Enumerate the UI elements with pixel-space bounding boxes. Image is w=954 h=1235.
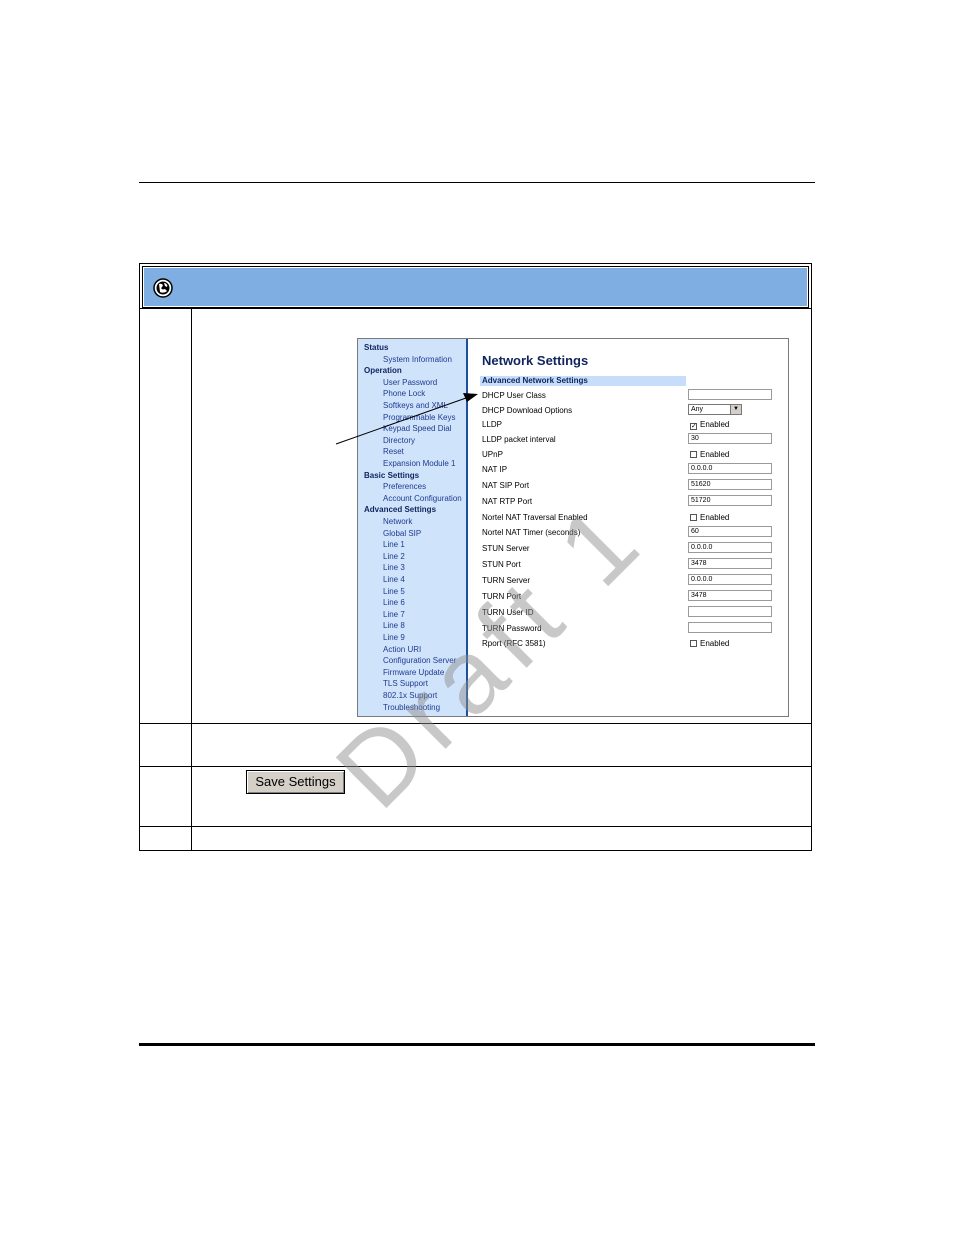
setting-input[interactable]: 0.0.0.0 [688,463,772,474]
sidebar-link[interactable]: Softkeys and XML [383,401,448,411]
sidebar-link[interactable]: Programmable Keys [383,413,455,423]
setting-input[interactable]: 60 [688,526,772,537]
sidebar-section-heading: Status [364,343,389,352]
setting-checkbox[interactable]: Enabled [690,513,729,523]
setting-input[interactable] [688,389,772,400]
setting-label: LLDP [482,420,503,429]
setting-input[interactable]: 30 [688,433,772,444]
sidebar-link[interactable]: Keypad Speed Dial [383,424,452,434]
section-header: Advanced Network Settings [480,376,686,386]
checkbox-label: Enabled [700,639,730,648]
footer-rule [139,1043,815,1046]
checkbox-label: Enabled [700,513,730,522]
sidebar-link[interactable]: Reset [383,447,404,457]
sidebar-link[interactable]: Line 6 [383,598,405,608]
sidebar-link[interactable]: Line 3 [383,563,405,573]
setting-checkbox[interactable]: Enabled [690,450,729,460]
select-value: Any [691,406,704,413]
sidebar-link[interactable]: Line 2 [383,552,405,562]
sidebar-link[interactable]: Line 9 [383,633,405,643]
setting-checkbox[interactable]: ✓ Enabled [690,420,729,430]
checkbox-icon[interactable] [690,640,697,647]
globe-icon [153,278,173,298]
setting-input[interactable]: 0.0.0.0 [688,542,772,553]
sidebar-link[interactable]: Account Configuration [383,494,462,504]
sidebar-link[interactable]: Directory [383,436,415,446]
setting-input[interactable]: 3478 [688,590,772,601]
save-settings-button[interactable]: Save Settings [246,770,345,794]
sidebar-link[interactable]: Line 8 [383,621,405,631]
sidebar-link[interactable]: Expansion Module 1 [383,459,456,469]
row-divider [140,308,811,309]
sidebar-link[interactable]: Line 4 [383,575,405,585]
checkbox-label: Enabled [700,450,730,459]
setting-input[interactable]: 51620 [688,479,772,490]
page-title: Network Settings [482,353,589,368]
procedure-header [142,266,809,308]
setting-label: DHCP User Class [482,391,546,400]
sidebar-section-heading: Advanced Settings [364,505,437,515]
sidebar-link[interactable]: Network [383,517,412,527]
setting-label: DHCP Download Options [482,406,573,415]
setting-label: LLDP packet interval [482,435,556,444]
setting-label: NAT IP [482,465,508,474]
sidebar-section-heading: Operation [364,366,402,376]
sidebar-link[interactable]: Line 7 [383,610,405,620]
checkbox-icon[interactable] [690,451,697,458]
setting-label: UPnP [482,450,503,459]
setting-input[interactable]: 3478 [688,558,772,569]
sidebar-link[interactable]: Line 5 [383,587,405,597]
sidebar-link[interactable]: Phone Lock [383,389,425,399]
row-divider [140,826,811,827]
sidebar-section-heading: Basic Settings [364,470,420,480]
header-rule [139,182,815,183]
setting-select[interactable]: Any ▼ [688,404,742,415]
setting-input[interactable]: 51720 [688,495,772,506]
row-divider [140,766,811,767]
setting-label: NAT RTP Port [482,497,533,506]
setting-label: NAT SIP Port [482,481,530,490]
checkbox-icon[interactable] [690,514,697,521]
step-column-divider [191,308,192,850]
sidebar-link[interactable]: Line 1 [383,540,405,550]
setting-input[interactable] [688,606,772,617]
setting-input[interactable]: 0.0.0.0 [688,574,772,585]
checkbox-icon[interactable]: ✓ [690,423,697,430]
sidebar-link[interactable]: System Information [383,355,452,365]
section-label: Advanced Network Settings [482,376,588,385]
sidebar-link[interactable]: Preferences [383,482,426,492]
sidebar-link[interactable]: Global SIP [383,529,421,539]
sidebar-link[interactable]: User Password [383,378,437,388]
checkbox-label: Enabled [700,420,730,429]
chevron-down-icon[interactable]: ▼ [730,405,741,414]
setting-input[interactable] [688,622,772,633]
setting-checkbox[interactable]: Enabled [690,639,729,649]
